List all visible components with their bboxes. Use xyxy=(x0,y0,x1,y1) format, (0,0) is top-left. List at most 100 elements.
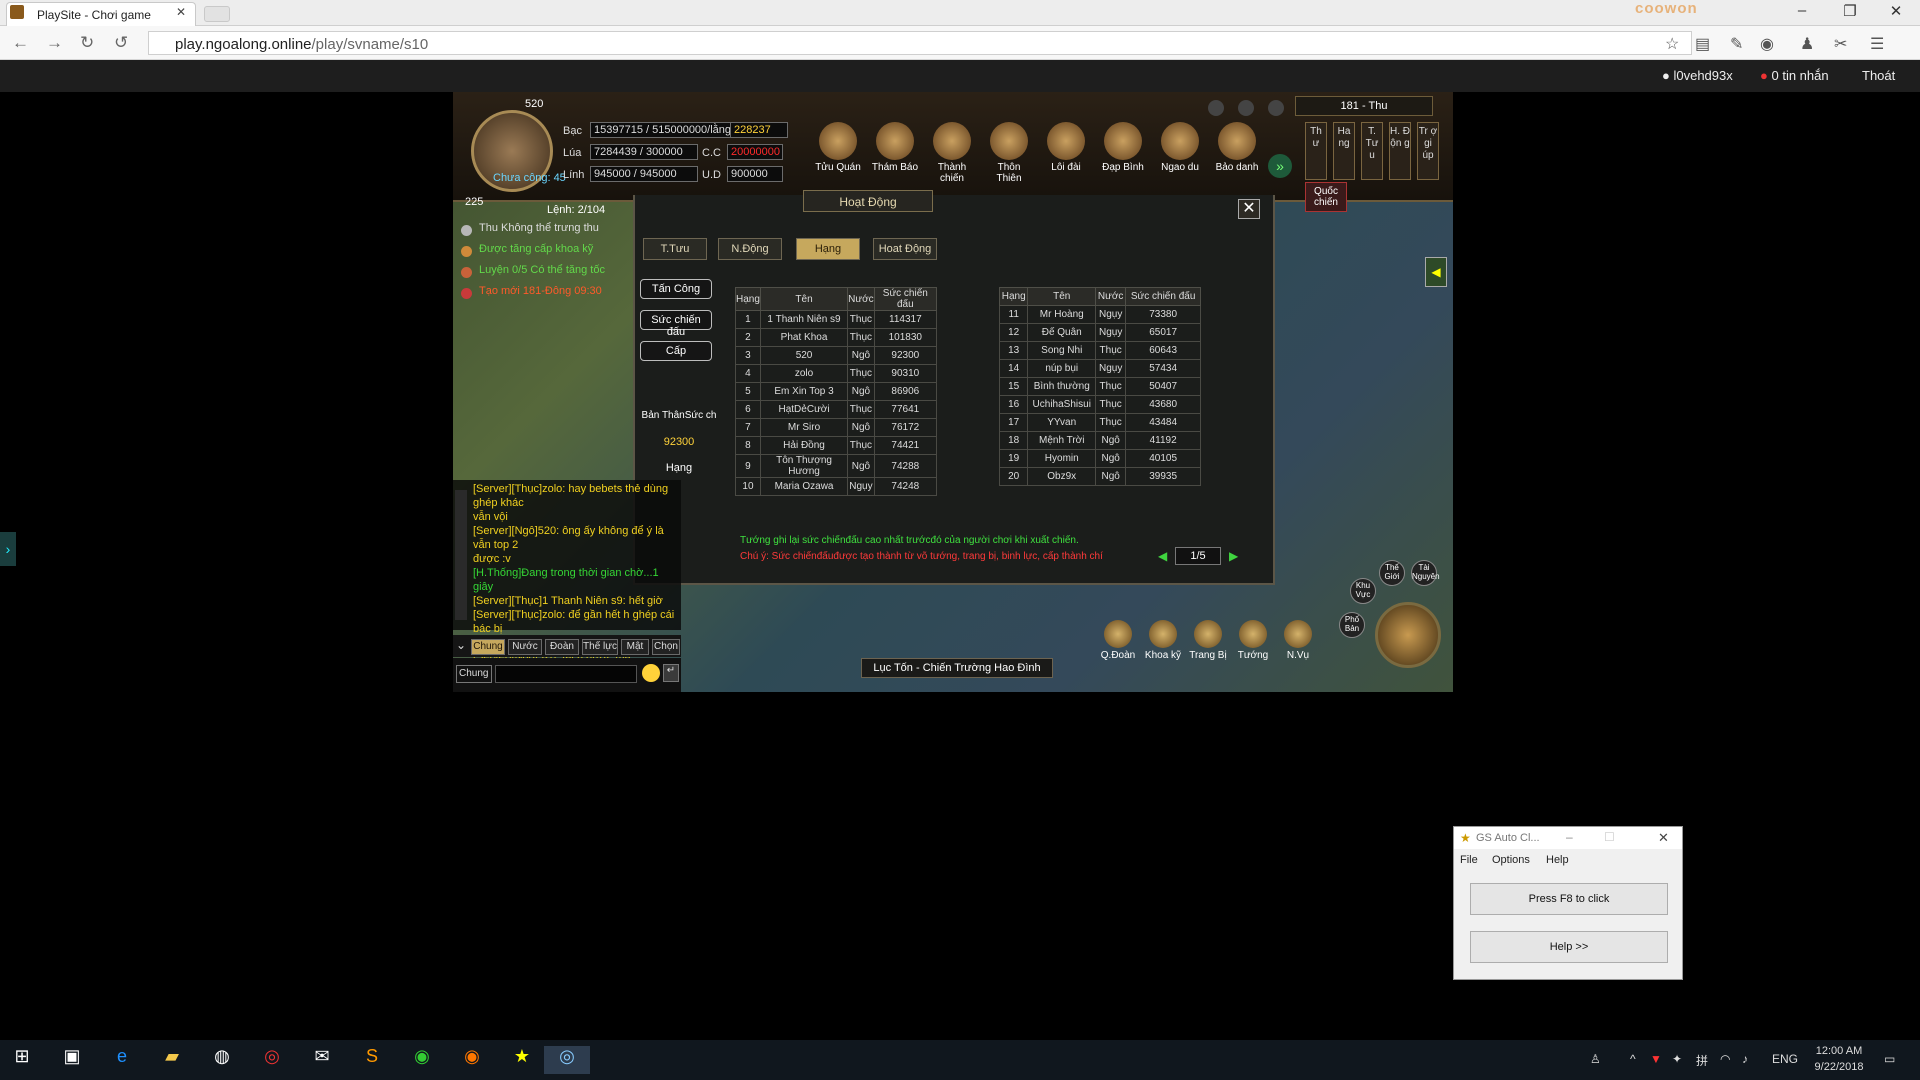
table-row[interactable]: 11 Mr Hoàng Ngụy 73380 xyxy=(998,305,1201,324)
menu-thon-thien[interactable]: Thôn Thiên xyxy=(984,122,1034,184)
quest-item[interactable]: Tạo mới 181-Đông 09:30 xyxy=(453,285,628,306)
quest-item[interactable]: Được tăng cấp khoa kỹ xyxy=(453,243,628,264)
menu-trang-bi[interactable]: Trang Bị xyxy=(1188,620,1228,661)
menu-n-vu[interactable]: N.Vụ xyxy=(1278,620,1318,661)
clock[interactable]: 12:00 AM 9/22/2018 xyxy=(1804,1043,1874,1075)
coowon-icon[interactable]: ◎ xyxy=(544,1046,590,1074)
chat-tab-chung[interactable]: Chung xyxy=(471,639,505,655)
side-menu-hang[interactable]: Ha ng xyxy=(1333,122,1355,180)
menu-tuong[interactable]: Tướng xyxy=(1233,620,1273,661)
music-icon[interactable] xyxy=(1268,100,1284,116)
side-menu-tuu[interactable]: T. Tư u xyxy=(1361,122,1383,180)
chat-message-input[interactable] xyxy=(495,665,637,683)
table-row[interactable]: 5 Em Xin Top 3 Ngô 86906 xyxy=(735,382,938,401)
browser-tab[interactable]: PlaySite - Chơi game xyxy=(6,2,196,26)
reload-icon[interactable]: ↻ xyxy=(80,33,94,53)
table-row[interactable]: 20 Obz9x Ngô 39935 xyxy=(998,467,1201,486)
tai-nguyen-button[interactable]: Tài Nguyên xyxy=(1411,560,1440,586)
menu-khoa-ky[interactable]: Khoa kỹ xyxy=(1143,620,1183,661)
chat-channel-select[interactable]: Chung xyxy=(456,665,492,683)
chat-tab-mat[interactable]: Mật xyxy=(621,639,649,655)
garena-icon[interactable]: ◎ xyxy=(252,1046,292,1074)
volume-icon[interactable]: ♪ xyxy=(1742,1052,1748,1066)
tab-hoat-dong[interactable]: Hoat Động xyxy=(873,238,937,260)
chat-tab-doan[interactable]: Đoàn xyxy=(545,639,579,655)
tab-t-tuu[interactable]: T.Tưu xyxy=(643,238,707,260)
table-row[interactable]: 9 Tôn Thượng Hương Ngô 74288 xyxy=(735,454,938,478)
close-window-icon[interactable]: ✕ xyxy=(1876,2,1916,20)
table-row[interactable]: 4 zolo Thục 90310 xyxy=(735,364,938,383)
menu-tham-bao[interactable]: Thám Báo xyxy=(870,122,920,173)
people-icon[interactable]: ♙ xyxy=(1590,1052,1601,1066)
emoji-icon[interactable] xyxy=(642,664,660,682)
ime-icon[interactable]: 拼 xyxy=(1696,1052,1708,1069)
table-row[interactable]: 17 YYvan Thục 43484 xyxy=(998,413,1201,432)
table-row[interactable]: 16 UchihaShisui Thục 43680 xyxy=(998,395,1201,414)
new-tab-button[interactable] xyxy=(204,6,230,22)
menu-dap-binh[interactable]: Đạp Bình xyxy=(1098,122,1148,173)
extension-icon[interactable]: ✂ xyxy=(1834,34,1847,54)
mail-icon[interactable]: ✉ xyxy=(302,1046,342,1074)
chat-collapse-icon[interactable]: ⌄ xyxy=(456,638,466,652)
quest-item[interactable]: Luyện 0/5 Có thể tăng tốc xyxy=(453,264,628,285)
site-user-link[interactable]: ● l0vehd93x xyxy=(1662,68,1733,83)
table-row[interactable]: 11 Thanh Niên s9 Thục 114317 xyxy=(735,310,938,329)
chrome-icon[interactable]: ◉ xyxy=(402,1046,442,1074)
tab-close-icon[interactable]: ✕ xyxy=(176,5,186,19)
side-menu-tro-giup[interactable]: Tr ợ gi úp xyxy=(1417,122,1439,180)
table-row[interactable]: 10 Maria Ozawa Ngụy 74248 xyxy=(735,477,938,496)
gs-help-button[interactable]: Help >> xyxy=(1470,931,1668,963)
the-gioi-button[interactable]: Thế Giới xyxy=(1379,560,1405,586)
undo-icon[interactable]: ↺ xyxy=(114,33,128,53)
tray-app-icon[interactable]: ▼ xyxy=(1650,1052,1662,1066)
pen-icon[interactable]: ✎ xyxy=(1730,34,1743,54)
tan-cong-button[interactable]: Tấn Công xyxy=(640,279,712,299)
quest-item[interactable]: Thu Không thể trưng thu xyxy=(453,222,628,243)
tab-hang[interactable]: Hạng xyxy=(796,238,860,260)
pho-ban-button[interactable]: Phố Bản xyxy=(1339,612,1365,638)
gs-minimize-icon[interactable]: – xyxy=(1566,830,1573,844)
menu-q-doan[interactable]: Q.Đoàn xyxy=(1098,620,1138,661)
table-row[interactable]: 3 520 Ngô 92300 xyxy=(735,346,938,365)
reader-icon[interactable]: ▤ xyxy=(1695,34,1710,54)
table-row[interactable]: 6 HạtDẻCười Thục 77641 xyxy=(735,400,938,419)
table-row[interactable]: 13 Song Nhi Thục 60643 xyxy=(998,341,1201,360)
site-messages-link[interactable]: ● 0 tin nhắn xyxy=(1760,68,1829,83)
quoc-chien-button[interactable]: Quốc chiến xyxy=(1305,182,1347,212)
menu-icon[interactable]: ☰ xyxy=(1870,34,1884,54)
forward-icon[interactable]: → xyxy=(46,33,63,53)
city-button[interactable] xyxy=(1375,602,1441,668)
edge-icon[interactable]: e xyxy=(102,1046,142,1074)
gs-menu-options[interactable]: Options xyxy=(1492,854,1530,866)
menu-ngao-du[interactable]: Ngao du xyxy=(1155,122,1205,173)
expand-menu-icon[interactable]: » xyxy=(1268,154,1292,178)
game-canvas[interactable]: 520 225 Chưa công: 45 Bạc 15397715 / 515… xyxy=(453,92,1453,692)
khu-vuc-button[interactable]: Khu Vực xyxy=(1350,578,1376,604)
chat-scrollbar[interactable] xyxy=(455,490,467,620)
chat-tab-nuoc[interactable]: Nước xyxy=(508,639,542,655)
sound-icon[interactable] xyxy=(1238,100,1254,116)
bookmark-star-icon[interactable]: ☆ xyxy=(1665,34,1679,54)
table-row[interactable]: 7 Mr Siro Ngô 76172 xyxy=(735,418,938,437)
sublime-icon[interactable]: S xyxy=(352,1046,392,1074)
file-explorer-icon[interactable]: ▰ xyxy=(152,1046,192,1074)
menu-bao-danh[interactable]: Bảo danh xyxy=(1212,122,1262,173)
gs-menu-file[interactable]: File xyxy=(1460,854,1478,866)
table-row[interactable]: 19 Hyomin Ngô 40105 xyxy=(998,449,1201,468)
menu-tuu-quan[interactable]: Tửu Quán xyxy=(813,122,863,173)
back-icon[interactable]: ← xyxy=(12,33,29,53)
gs-auto-clicker-icon[interactable]: ★ xyxy=(502,1046,542,1074)
menu-loi-dai[interactable]: Lôi đài xyxy=(1041,122,1091,173)
panel-close-icon[interactable]: ✕ xyxy=(1238,199,1260,219)
tray-expand-icon[interactable]: ^ xyxy=(1630,1052,1636,1066)
table-row[interactable]: 8 Hải Đồng Thục 74421 xyxy=(735,436,938,455)
firefox-icon[interactable]: ◉ xyxy=(452,1046,492,1074)
suc-chien-dau-button[interactable]: Sức chiến đấu xyxy=(640,310,712,338)
chat-tab-chon[interactable]: Chọn xyxy=(652,639,680,655)
table-row[interactable]: 2 Phat Khoa Thục 101830 xyxy=(735,328,938,347)
settings-icon[interactable] xyxy=(1208,100,1224,116)
wifi-icon[interactable]: ◠ xyxy=(1720,1052,1730,1066)
site-logout-link[interactable]: Thoát xyxy=(1862,68,1895,83)
table-row[interactable]: 14 núp bụi Ngụy 57434 xyxy=(998,359,1201,378)
dropbox-icon[interactable]: ✦ xyxy=(1672,1052,1682,1066)
